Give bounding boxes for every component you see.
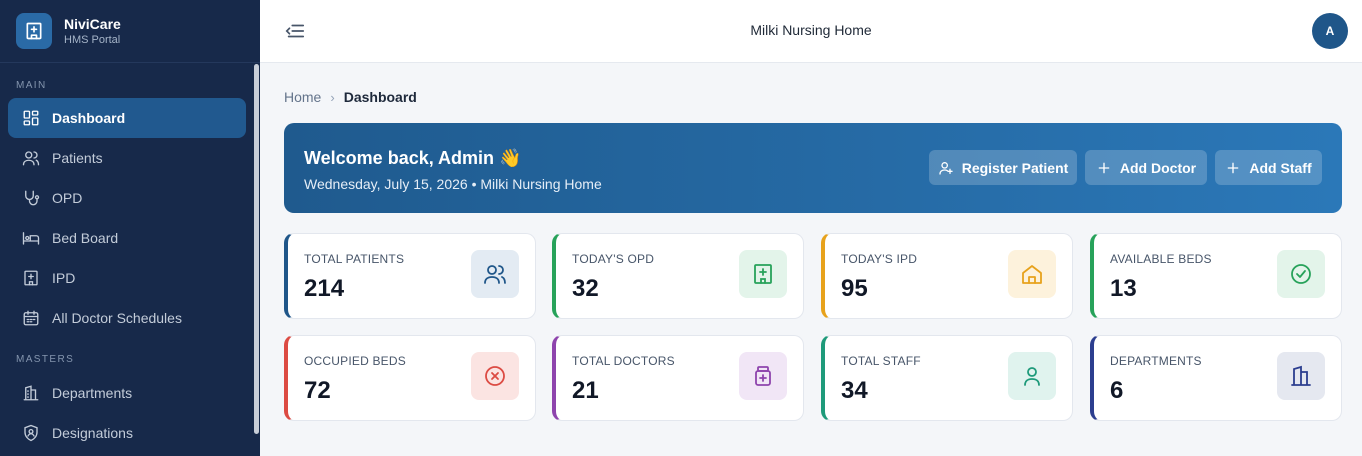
sidebar: NiviCare HMS Portal MAIN Dashboard Patie… — [0, 0, 260, 456]
top-header: Milki Nursing Home A — [260, 0, 1362, 63]
sidebar-item-label: OPD — [52, 190, 83, 206]
page-header-title: Milki Nursing Home — [750, 22, 872, 38]
welcome-banner: Welcome back, Admin 👋 Wednesday, July 15… — [284, 123, 1342, 213]
add-staff-button[interactable]: Add Staff — [1215, 150, 1322, 185]
stat-value: 13 — [1110, 275, 1137, 302]
x-circle-icon — [471, 352, 519, 400]
section-label-main: MAIN — [16, 80, 47, 91]
stat-value: 6 — [1110, 377, 1124, 404]
sidebar-item-bed-board[interactable]: Bed Board — [8, 218, 246, 258]
check-circle-icon — [1277, 250, 1325, 298]
button-label: Add Staff — [1249, 159, 1312, 176]
sidebar-item-label: Bed Board — [52, 230, 119, 246]
add-doctor-button[interactable]: Add Doctor — [1085, 150, 1207, 185]
section-label-masters: MASTERS — [16, 354, 75, 365]
stat-card-total-staff[interactable]: TOTAL STAFF 34 — [821, 335, 1073, 421]
stat-label: TODAY'S IPD — [841, 252, 918, 266]
stat-card-departments[interactable]: DEPARTMENTS 6 — [1090, 335, 1342, 421]
stat-value: 21 — [572, 377, 599, 404]
sidebar-scrollbar[interactable] — [254, 64, 259, 434]
sidebar-item-departments[interactable]: Departments — [8, 373, 246, 413]
sidebar-item-designations[interactable]: Designations — [8, 413, 246, 453]
stat-label: TOTAL PATIENTS — [304, 252, 405, 266]
dashboard-icon — [23, 110, 39, 126]
button-label: Add Doctor — [1119, 159, 1197, 176]
building-icon — [23, 385, 39, 401]
hospital-icon — [739, 250, 787, 298]
stat-label: DEPARTMENTS — [1110, 354, 1202, 368]
breadcrumb: Home › Dashboard — [284, 89, 417, 105]
stat-label: TODAY'S OPD — [572, 252, 655, 266]
stat-value: 214 — [304, 275, 345, 302]
stat-value: 32 — [572, 275, 599, 302]
stat-label: TOTAL DOCTORS — [572, 354, 675, 368]
sidebar-item-label: All Doctor Schedules — [52, 310, 182, 326]
stat-label: TOTAL STAFF — [841, 354, 921, 368]
stat-card-todays-opd[interactable]: TODAY'S OPD 32 — [552, 233, 804, 319]
breadcrumb-home-link[interactable]: Home — [284, 89, 321, 105]
users-icon — [22, 151, 40, 166]
brand-subtitle: HMS Portal — [64, 33, 121, 46]
stat-value: 95 — [841, 275, 868, 302]
stat-label: OCCUPIED BEDS — [304, 354, 406, 368]
brand-name: NiviCare — [64, 15, 121, 32]
register-patient-button[interactable]: Register Patient — [929, 150, 1077, 185]
hospital-icon — [24, 270, 38, 286]
medicine-icon — [739, 352, 787, 400]
sidebar-item-label: Patients — [52, 150, 103, 166]
stat-card-available-beds[interactable]: AVAILABLE BEDS 13 — [1090, 233, 1342, 319]
shield-user-icon — [24, 424, 38, 442]
brand[interactable]: NiviCare HMS Portal — [0, 0, 260, 63]
sidebar-item-ipd[interactable]: IPD — [8, 258, 246, 298]
bed-icon — [22, 232, 40, 245]
stat-card-todays-ipd[interactable]: TODAY'S IPD 95 — [821, 233, 1073, 319]
stat-card-occupied-beds[interactable]: OCCUPIED BEDS 72 — [284, 335, 536, 421]
sidebar-item-opd[interactable]: OPD — [8, 178, 246, 218]
stethoscope-icon — [25, 190, 40, 206]
user-plus-icon — [939, 161, 953, 175]
user-icon — [1008, 352, 1056, 400]
breadcrumb-current: Dashboard — [343, 89, 417, 105]
stat-value: 34 — [841, 377, 868, 404]
stat-value: 72 — [304, 377, 331, 404]
sidebar-item-label: Designations — [52, 425, 133, 441]
calendar-icon — [23, 310, 39, 326]
stat-card-total-patients[interactable]: TOTAL PATIENTS 214 — [284, 233, 536, 319]
user-avatar[interactable]: A — [1312, 13, 1348, 49]
building-icon — [1277, 352, 1325, 400]
sidebar-item-label: IPD — [52, 270, 76, 286]
sidebar-item-label: Dashboard — [52, 110, 126, 126]
stat-label: AVAILABLE BEDS — [1110, 252, 1212, 266]
hospital-logo-icon — [16, 13, 52, 49]
welcome-title: Welcome back, Admin 👋 — [304, 148, 522, 168]
sidebar-item-dashboard[interactable]: Dashboard — [8, 98, 246, 138]
button-label: Register Patient — [961, 159, 1069, 176]
sidebar-item-label: Departments — [52, 385, 133, 401]
plus-icon — [1098, 162, 1110, 173]
welcome-subtitle: Wednesday, July 15, 2026 • Milki Nursing… — [304, 176, 602, 192]
sidebar-item-all-doctor-schedules[interactable]: All Doctor Schedules — [8, 298, 246, 338]
chevron-right-icon: › — [330, 89, 335, 105]
sidebar-item-patients[interactable]: Patients — [8, 138, 246, 178]
users-icon — [471, 250, 519, 298]
plus-icon — [1228, 162, 1239, 173]
home-icon — [1008, 250, 1056, 298]
stat-card-total-doctors[interactable]: TOTAL DOCTORS 21 — [552, 335, 804, 421]
